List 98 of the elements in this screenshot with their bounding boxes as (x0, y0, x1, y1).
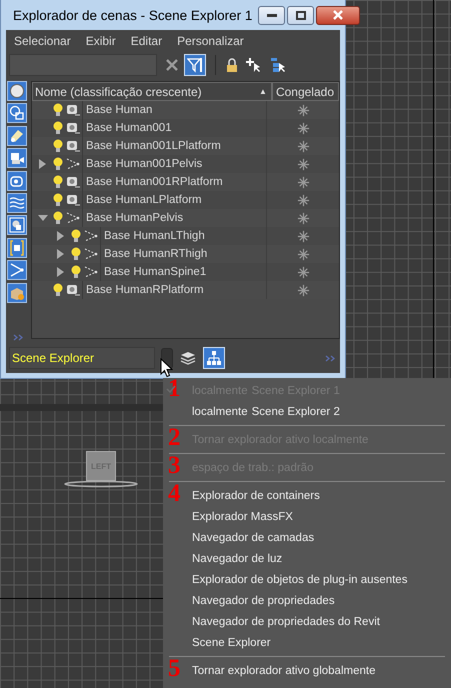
step-number: 5 (168, 656, 180, 682)
shape-filter-button[interactable] (7, 103, 27, 124)
light-icon (9, 128, 25, 144)
geometry-icon (66, 176, 80, 188)
light-bulb-icon[interactable] (52, 139, 63, 153)
minimize-icon (266, 13, 277, 17)
snowflake-icon[interactable] (296, 212, 310, 224)
snowflake-icon[interactable] (296, 140, 310, 152)
hierarchy-icon (206, 350, 222, 366)
filter-icon (187, 57, 203, 73)
step-number: 1 (168, 376, 180, 402)
filter-button[interactable] (184, 54, 206, 76)
group-filter-button[interactable] (7, 215, 27, 236)
collapsed-arrow-icon[interactable] (57, 249, 64, 259)
step-number: 3 (168, 453, 180, 479)
hierarchy-select-icon[interactable] (270, 57, 286, 73)
geometry-icon (66, 104, 80, 116)
shape-icon (9, 105, 25, 122)
view-cube-ring[interactable] (63, 480, 139, 488)
step-number: 2 (168, 425, 180, 451)
step-number: 4 (168, 481, 180, 507)
column-header[interactable]: Congelado (272, 82, 339, 101)
menu-item[interactable]: Explorador MassFX (192, 506, 293, 526)
menu-item[interactable]: Editar (128, 34, 170, 48)
camera-icon (9, 150, 25, 166)
hierarchy-view-button[interactable] (203, 347, 225, 369)
menu-item[interactable]: Explorador de containers (192, 486, 320, 506)
bone-icon (84, 266, 98, 278)
geometry-icon (66, 194, 80, 206)
light-bulb-icon[interactable] (52, 175, 63, 189)
light-filter-button[interactable] (7, 126, 27, 146)
maximize-icon (296, 10, 306, 20)
light-bulb-icon[interactable] (52, 121, 63, 135)
bone-icon (84, 230, 98, 242)
group-icon (9, 217, 25, 234)
explorer-name-field[interactable]: Scene Explorer (9, 347, 155, 369)
sort-indicator: ▲ (259, 87, 267, 96)
snowflake-icon[interactable] (296, 284, 310, 296)
menu-item[interactable]: localmente Scene Explorer 2 (192, 402, 340, 422)
add-select-icon[interactable] (246, 57, 262, 73)
geometry-filter-button[interactable] (7, 81, 27, 101)
bone-icon (66, 158, 80, 170)
snowflake-icon[interactable] (296, 158, 310, 170)
menu-item[interactable]: Navegador de propriedades do Revit (192, 612, 380, 632)
container-filter-button[interactable] (7, 238, 27, 258)
menu-item[interactable]: Navegador de camadas (192, 528, 314, 548)
close-icon (332, 10, 344, 20)
window-title: Explorador de cenas - Scene Explorer 1 (13, 8, 252, 22)
snowflake-icon[interactable] (296, 266, 310, 278)
collapsed-arrow-icon[interactable] (39, 159, 46, 169)
geometry-icon (66, 284, 80, 296)
camera-filter-button[interactable] (7, 148, 27, 168)
clear-icon[interactable] (166, 59, 178, 71)
collapsed-arrow-icon[interactable] (57, 231, 64, 241)
light-bulb-icon[interactable] (52, 283, 63, 297)
light-bulb-icon[interactable] (52, 193, 63, 207)
minimize-button[interactable] (258, 6, 286, 24)
geometry-icon (66, 140, 80, 152)
menu-item[interactable]: Exibir (82, 34, 123, 48)
menu-item[interactable]: Navegador de propriedades (192, 590, 335, 610)
cursor-icon (160, 358, 173, 378)
bone-icon (9, 262, 25, 278)
geometry-icon (9, 83, 25, 99)
geometry-icon (66, 122, 80, 134)
menu-item[interactable]: Explorador de objetos de plug-in ausentes (192, 570, 408, 590)
collapsed-arrow-icon[interactable] (57, 267, 64, 277)
menu-item[interactable]: Tornar explorador ativo globalmente (192, 660, 376, 680)
light-bulb-icon[interactable] (70, 247, 81, 261)
light-bulb-icon[interactable] (70, 229, 81, 243)
object-name[interactable]: Base HumanRPlatform (82, 281, 266, 299)
spacewarp-icon (9, 194, 25, 211)
bone-filter-button[interactable] (7, 260, 27, 280)
maximize-button[interactable] (287, 6, 314, 24)
container-icon (9, 240, 25, 256)
snowflake-icon[interactable] (296, 230, 310, 242)
menu-item[interactable]: Selecionar (11, 34, 78, 48)
spacewarp-filter-button[interactable] (7, 192, 27, 213)
helper-filter-button[interactable] (7, 170, 27, 191)
column-header[interactable]: Nome (classificação crescente) ▲ (32, 82, 272, 101)
light-bulb-icon[interactable] (52, 211, 63, 225)
layers-icon (180, 350, 196, 366)
menu-item[interactable]: Navegador de luz (192, 548, 282, 568)
menu-item[interactable]: Personalizar (174, 34, 251, 48)
menu-item[interactable]: Scene Explorer (192, 632, 271, 652)
snowflake-icon[interactable] (296, 248, 310, 260)
snowflake-icon[interactable] (296, 176, 310, 188)
lock-icon[interactable] (226, 58, 238, 72)
snowflake-icon[interactable] (296, 122, 310, 134)
close-button[interactable] (316, 6, 360, 24)
light-bulb-icon[interactable] (70, 265, 81, 279)
snowflake-icon[interactable] (296, 104, 310, 116)
bone-icon (66, 212, 80, 224)
bone-icon (84, 248, 98, 260)
light-bulb-icon[interactable] (52, 103, 63, 117)
xref-filter-button[interactable] (7, 282, 27, 303)
snowflake-icon[interactable] (296, 194, 310, 206)
light-bulb-icon[interactable] (52, 157, 63, 171)
expanded-arrow-icon[interactable] (38, 214, 48, 222)
